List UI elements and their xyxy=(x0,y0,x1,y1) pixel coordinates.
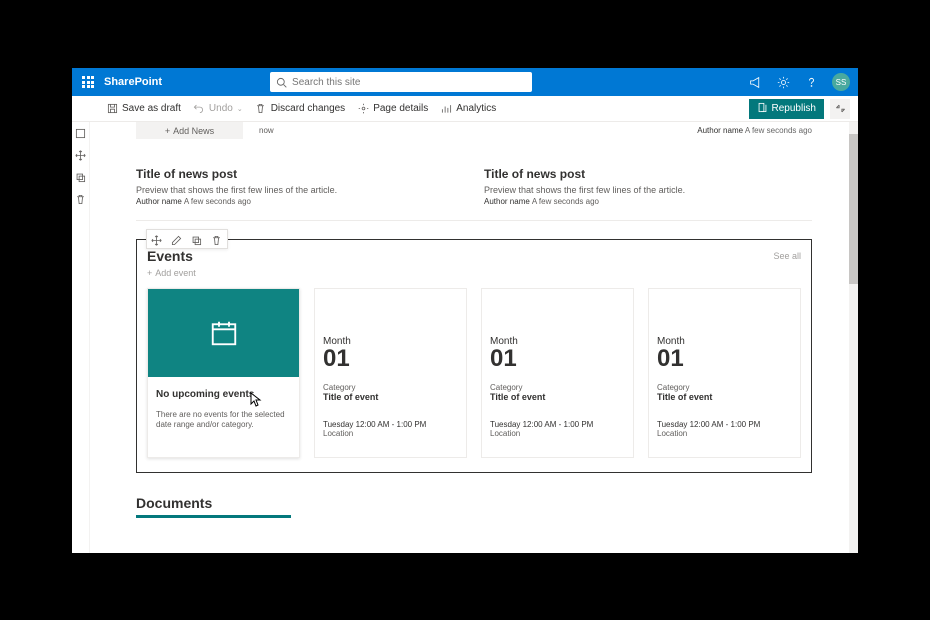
placeholder-title: No upcoming events xyxy=(156,389,291,400)
page-details-icon xyxy=(357,103,369,115)
canvas: + Add News now Author name A few seconds… xyxy=(90,122,858,553)
page-details-button[interactable]: Page details xyxy=(357,103,428,115)
wp-duplicate-icon[interactable] xyxy=(191,233,203,245)
news-author: Author nameA few seconds ago xyxy=(484,197,812,206)
news-title: Title of news post xyxy=(484,167,812,181)
divider xyxy=(136,220,812,221)
event-time: Tuesday 12:00 AM - 1:00 PM xyxy=(657,420,792,429)
analytics-icon xyxy=(440,103,452,115)
republish-icon xyxy=(757,102,768,116)
rail-delete-icon[interactable] xyxy=(75,192,87,204)
news-preview: Preview that shows the first few lines o… xyxy=(484,185,812,195)
events-webpart[interactable]: Events See all + Add event N xyxy=(136,239,812,473)
suite-bar: SharePoint SS xyxy=(72,68,858,96)
event-location: Location xyxy=(490,429,625,438)
discard-icon xyxy=(255,103,267,115)
discard-button[interactable]: Discard changes xyxy=(255,103,345,115)
wp-move-icon[interactable] xyxy=(151,233,163,245)
events-title: Events xyxy=(147,248,193,264)
documents-underline xyxy=(136,515,291,518)
scrollbar-thumb[interactable] xyxy=(849,134,858,284)
event-card[interactable]: Month 01 Category Title of event Tuesday… xyxy=(648,288,801,458)
event-time: Tuesday 12:00 AM - 1:00 PM xyxy=(490,420,625,429)
wp-edit-icon[interactable] xyxy=(171,233,183,245)
search-box[interactable] xyxy=(270,72,532,92)
republish-button[interactable]: Republish xyxy=(749,99,824,119)
wp-delete-icon[interactable] xyxy=(211,233,223,245)
republish-label: Republish xyxy=(772,103,816,114)
command-bar: Save as draft Undo ⌄ Discard changes Pag… xyxy=(72,96,858,122)
event-category: Category xyxy=(657,383,792,392)
webpart-toolbar xyxy=(146,229,228,249)
rail-duplicate-icon[interactable] xyxy=(75,170,87,182)
calendar-icon xyxy=(148,289,299,377)
save-icon xyxy=(106,103,118,115)
add-event-label: Add event xyxy=(155,268,196,278)
scrollbar-track[interactable] xyxy=(849,122,858,553)
event-title: Title of event xyxy=(490,392,625,402)
search-icon xyxy=(276,77,287,88)
documents-title: Documents xyxy=(136,495,812,511)
rail-move-icon[interactable] xyxy=(75,148,87,160)
editor-body: + Add News now Author name A few seconds… xyxy=(72,122,858,553)
analytics-label: Analytics xyxy=(456,103,496,114)
event-location: Location xyxy=(657,429,792,438)
rail-section-icon[interactable] xyxy=(75,126,87,138)
event-title: Title of event xyxy=(657,392,792,402)
analytics-button[interactable]: Analytics xyxy=(440,103,496,115)
app-window: SharePoint SS xyxy=(72,68,858,553)
event-location: Location xyxy=(323,429,458,438)
app-name[interactable]: SharePoint xyxy=(104,76,162,88)
plus-icon: + xyxy=(165,126,170,136)
chevron-down-icon: ⌄ xyxy=(237,105,243,113)
left-rail xyxy=(72,122,90,553)
page-details-label: Page details xyxy=(373,103,428,114)
discard-label: Discard changes xyxy=(271,103,345,114)
avatar[interactable]: SS xyxy=(832,73,850,91)
add-news-label: Add News xyxy=(173,126,214,136)
add-news-button[interactable]: + Add News xyxy=(136,122,243,139)
news-author: Author nameA few seconds ago xyxy=(136,197,464,206)
plus-icon: + xyxy=(147,268,152,278)
gear-icon[interactable] xyxy=(776,74,792,90)
save-draft-label: Save as draft xyxy=(122,103,181,114)
news-card[interactable]: Title of news post Preview that shows th… xyxy=(484,167,812,206)
news-preview: Preview that shows the first few lines o… xyxy=(136,185,464,195)
event-day: 01 xyxy=(490,347,517,371)
event-day: 01 xyxy=(323,347,350,371)
event-title: Title of event xyxy=(323,392,458,402)
help-icon[interactable] xyxy=(804,74,820,90)
event-card[interactable]: Month 01 Category Title of event Tuesday… xyxy=(481,288,634,458)
event-day: 01 xyxy=(657,347,684,371)
event-category: Category xyxy=(490,383,625,392)
event-time: Tuesday 12:00 AM - 1:00 PM xyxy=(323,420,458,429)
event-placeholder-card: No upcoming events There are no events f… xyxy=(147,288,300,458)
save-draft-button[interactable]: Save as draft xyxy=(106,103,181,115)
top-author-line: Author name A few seconds ago xyxy=(697,126,812,135)
news-title: Title of news post xyxy=(136,167,464,181)
search-input[interactable] xyxy=(292,77,526,88)
collapse-icon[interactable] xyxy=(830,99,850,119)
news-card[interactable]: Title of news post Preview that shows th… xyxy=(136,167,464,206)
undo-icon xyxy=(193,103,205,115)
megaphone-icon[interactable] xyxy=(748,74,764,90)
see-all-link[interactable]: See all xyxy=(773,251,801,261)
app-launcher-icon[interactable] xyxy=(76,70,100,94)
undo-button[interactable]: Undo ⌄ xyxy=(193,103,243,115)
placeholder-desc: There are no events for the selected dat… xyxy=(156,410,291,431)
event-category: Category xyxy=(323,383,458,392)
event-card[interactable]: Month 01 Category Title of event Tuesday… xyxy=(314,288,467,458)
news-grid: Title of news post Preview that shows th… xyxy=(136,167,812,206)
add-event-button[interactable]: + Add event xyxy=(147,268,801,278)
now-label: now xyxy=(259,126,274,135)
undo-label: Undo xyxy=(209,103,233,114)
